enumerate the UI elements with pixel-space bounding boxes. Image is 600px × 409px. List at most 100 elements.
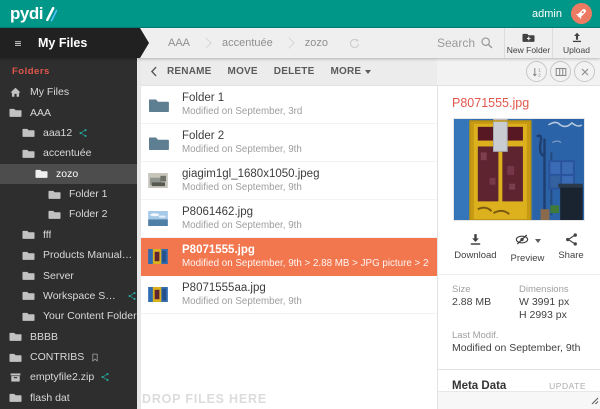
folders-header: Folders [0, 58, 137, 82]
caret-down-icon [535, 239, 541, 243]
folder-icon [22, 289, 35, 302]
sidebar-item-products-manuals[interactable]: Products Manuals - PDF [0, 245, 137, 265]
hamburger-menu-button[interactable] [8, 33, 28, 53]
file-meta: Modified on September, 9th > 2.88 MB > J… [182, 258, 429, 270]
download-button[interactable]: Download [454, 232, 496, 264]
shared-badge-icon [127, 291, 137, 301]
file-row-p8061462[interactable]: P8061462.jpg Modified on September, 9th [141, 200, 437, 238]
rename-button[interactable]: RENAME [167, 66, 212, 77]
file-meta: Modified on September, 9th [182, 144, 429, 156]
shared-badge-icon [100, 372, 110, 382]
sidebar-item-folder-1[interactable]: Folder 1 [0, 184, 137, 204]
drop-zone-label: DROP FILES HERE [142, 392, 267, 406]
details-title: P8071555.jpg [438, 86, 600, 118]
new-folder-button[interactable]: New Folder [505, 28, 552, 58]
breadcrumb-item[interactable]: zozo [295, 37, 338, 49]
dimensions-label: Dimensions [519, 284, 586, 296]
size-dimensions-row: Size 2.88 MB Dimensions W 3991 px H 2993… [438, 275, 600, 322]
file-row-p8071555aa[interactable]: P8071555aa.jpg Modified on September, 9t… [141, 276, 437, 314]
sidebar-item-emptyfile2-zip[interactable]: emptyfile2.zip [0, 367, 137, 387]
update-link[interactable]: UPDATE [549, 381, 586, 391]
pydio-app: pydi admin My Files AAA accentuée zozo [0, 0, 600, 409]
sidebar-item-fff[interactable]: fff [0, 225, 137, 245]
back-button[interactable] [148, 65, 161, 78]
search-placeholder: Search [437, 36, 475, 50]
caret-down-icon [365, 70, 371, 74]
sidebar-item-your-content-folder[interactable]: Your Content Folder [0, 306, 137, 326]
file-name: P8061462.jpg [182, 206, 429, 219]
file-name: P8071555.jpg [182, 244, 429, 257]
share-icon [564, 232, 579, 247]
sidebar-item-aaa12[interactable]: aaa12 [0, 123, 137, 143]
user-avatar[interactable] [571, 3, 592, 24]
move-button[interactable]: MOVE [228, 66, 258, 77]
sort-icon [530, 65, 544, 79]
file-name: giagim1gl_1680x1050.jpeg [182, 168, 429, 181]
close-panel-button[interactable] [574, 61, 595, 82]
refresh-icon[interactable] [348, 37, 361, 50]
view-controls [526, 61, 595, 82]
image-thumbnail [148, 287, 169, 303]
home-icon [9, 86, 22, 99]
folder-icon [22, 228, 35, 241]
sidebar-item-folder-2[interactable]: Folder 2 [0, 204, 137, 224]
sidebar-scrollbar[interactable] [137, 58, 141, 409]
image-thumbnail [148, 173, 169, 189]
new-folder-icon [521, 31, 536, 44]
folder-icon [48, 188, 61, 201]
folder-icon [9, 391, 22, 404]
size-value: 2.88 MB [452, 296, 519, 309]
sidebar-item-accentuee[interactable]: accentuée [0, 143, 137, 163]
search-icon [480, 36, 494, 50]
file-row-folder-2[interactable]: Folder 2 Modified on September, 9th [141, 124, 437, 162]
more-button[interactable]: MORE [330, 66, 371, 77]
search-input[interactable]: Search [427, 36, 504, 50]
rocket-slash-icon [44, 5, 59, 23]
file-row-folder-1[interactable]: Folder 1 Modified on September, 3rd [141, 86, 437, 124]
sidebar-item-zozo[interactable]: zozo [0, 164, 137, 184]
file-row-giagim[interactable]: giagim1gl_1680x1050.jpeg Modified on Sep… [141, 162, 437, 200]
chevron-right-icon [283, 37, 294, 48]
last-modified-row: Last Modif. Modified on September, 9th [438, 322, 600, 365]
file-details-panel: P8071555.jpg Download Preview Share [437, 86, 600, 409]
image-thumbnail [148, 249, 169, 265]
last-modified-value: Modified on September, 9th [452, 342, 586, 355]
folders-sidebar: Folders My Files AAA aaa12 accentuée zoz… [0, 58, 137, 409]
top-app-bar: pydi admin [0, 0, 600, 28]
sidebar-item-flash-dat[interactable]: flash dat [0, 388, 137, 408]
folder-icon [9, 351, 22, 364]
top-actions: Search New Folder Upload [427, 28, 600, 58]
folder-icon [148, 97, 169, 113]
file-row-p8071555-selected[interactable]: P8071555.jpg Modified on September, 9th … [141, 238, 437, 276]
workspace-header: My Files [0, 28, 140, 58]
pydio-logo[interactable]: pydi [10, 5, 59, 23]
details-footer [438, 391, 600, 409]
sidebar-item-server[interactable]: Server [0, 265, 137, 285]
resize-grip-icon[interactable] [589, 395, 599, 408]
columns-view-button[interactable] [550, 61, 571, 82]
breadcrumb-item[interactable]: AAA [158, 37, 200, 49]
share-button[interactable]: Share [558, 232, 583, 264]
bookmark-icon [90, 352, 100, 363]
upload-button[interactable]: Upload [553, 28, 600, 58]
image-preview[interactable] [453, 118, 585, 221]
sort-button[interactable] [526, 61, 547, 82]
file-list: Folder 1 Modified on September, 3rd Fold… [141, 86, 437, 409]
logo-text: pydi [10, 5, 43, 22]
file-meta: Modified on September, 9th [182, 296, 429, 308]
folder-icon [22, 147, 35, 160]
sidebar-item-workspace-sharing[interactable]: Workspace Sharing [0, 286, 137, 306]
sidebar-item-contribs[interactable]: CONTRIBS [0, 347, 137, 367]
sidebar-item-aaa[interactable]: AAA [0, 102, 137, 122]
delete-button[interactable]: DELETE [274, 66, 315, 77]
dimensions-width: W 3991 px [519, 296, 586, 309]
sidebar-item-my-files[interactable]: My Files [0, 82, 137, 102]
columns-icon [554, 65, 568, 79]
file-meta: Modified on September, 3rd [182, 106, 429, 118]
breadcrumb-item[interactable]: accentuée [212, 37, 283, 49]
sidebar-item-bbbb[interactable]: BBBB [0, 327, 137, 347]
workspace-bar: My Files AAA accentuée zozo Search New F… [0, 28, 600, 58]
preview-button[interactable]: Preview [511, 232, 545, 264]
folder-icon [148, 135, 169, 151]
archive-icon [9, 371, 22, 384]
